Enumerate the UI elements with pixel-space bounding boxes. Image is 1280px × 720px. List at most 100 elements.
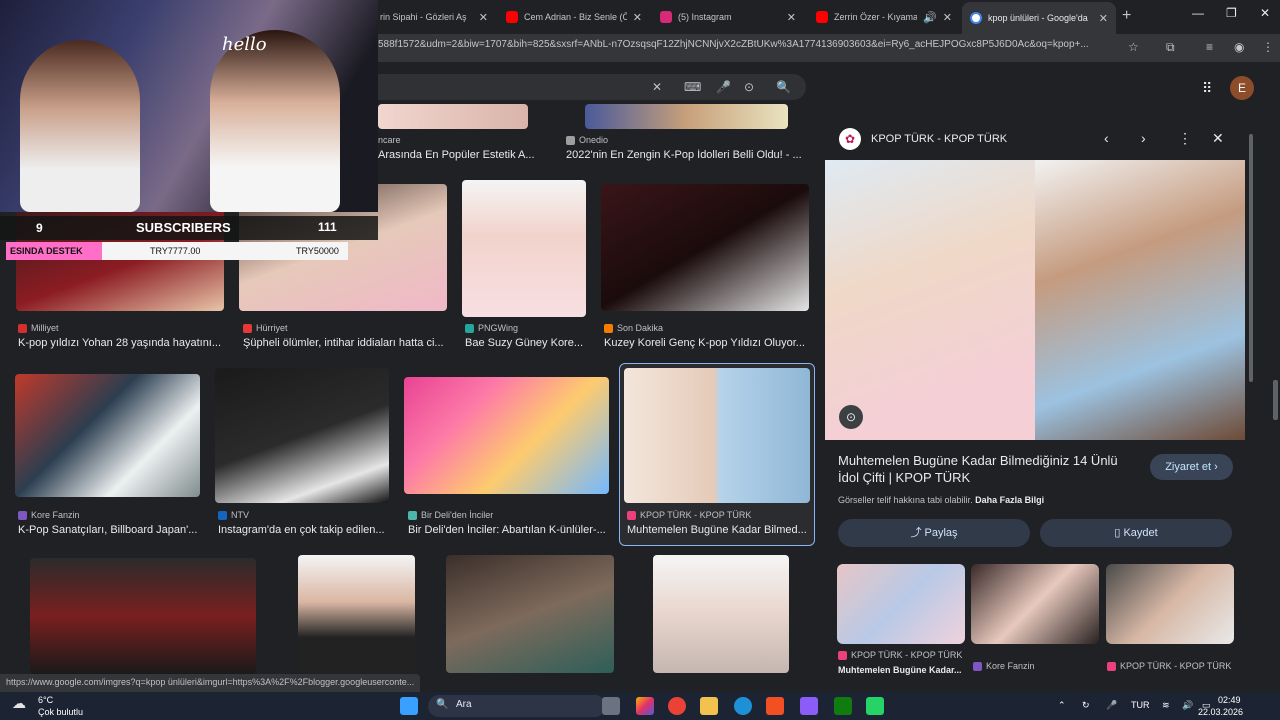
clock-date[interactable]: 22.03.2026 <box>1198 707 1243 717</box>
profile-icon[interactable]: ◉ <box>1234 40 1244 54</box>
app-icon[interactable] <box>800 697 818 715</box>
related-caption[interactable]: Muhtemelen Bugüne Kadar... <box>838 665 962 675</box>
bookmark-star-icon[interactable]: ☆ <box>1128 40 1139 54</box>
lens-search-icon[interactable]: ⊙ <box>839 405 863 429</box>
language-indicator[interactable]: TUR <box>1131 700 1150 710</box>
result-source: KPOP TÜRK - KPOP TÜRK <box>627 510 751 520</box>
panel-source[interactable]: KPOP TÜRK - KPOP TÜRK <box>871 133 1007 145</box>
tab-title: kpop ünlüleri - Google'da <box>988 13 1088 23</box>
result-image[interactable] <box>585 104 788 129</box>
weather-cloud-icon[interactable]: ☁ <box>12 695 26 712</box>
related-image[interactable] <box>1106 564 1234 644</box>
wifi-icon[interactable]: ≋ <box>1162 700 1170 711</box>
edge-icon[interactable] <box>734 697 752 715</box>
account-avatar[interactable]: E <box>1230 76 1254 100</box>
tab-title: Cem Adrian - Biz Senle (Ö <box>524 12 627 22</box>
close-icon[interactable]: ✕ <box>943 11 952 24</box>
xbox-icon[interactable] <box>834 697 852 715</box>
volume-icon[interactable]: 🔊 <box>1182 700 1193 711</box>
speaker-icon[interactable]: 🔊 <box>923 11 937 24</box>
search-box[interactable]: ✕ ⌨ 🎤 ⊙ 🔍 <box>378 74 806 100</box>
result-caption[interactable]: Bir Deli'den İnciler: Abartılan K-ünlüle… <box>408 524 608 536</box>
visit-button[interactable]: Ziyaret et › <box>1150 454 1233 480</box>
page-scrollbar[interactable] <box>1273 380 1278 420</box>
whatsapp-icon[interactable] <box>866 697 884 715</box>
taskbar-search[interactable]: 🔍 Ara <box>428 695 606 717</box>
result-image[interactable] <box>462 180 586 317</box>
weather-temp[interactable]: 6°C <box>38 695 53 705</box>
result-image[interactable] <box>601 184 809 311</box>
prev-arrow-icon[interactable]: ‹ <box>1104 130 1109 146</box>
tab-title: Zerrin Özer - Kıyamam <box>834 12 918 22</box>
tab-1[interactable]: rin Sipahi - Gözleri Aş ✕ <box>372 4 496 30</box>
result-caption[interactable]: 2022'nin En Zengin K-Pop İdolleri Belli … <box>566 149 806 161</box>
search-icon[interactable]: 🔍 <box>776 80 791 94</box>
copilot-icon[interactable] <box>636 697 654 715</box>
mic-tray-icon[interactable]: 🎤 <box>1106 700 1117 711</box>
result-image[interactable] <box>15 374 200 497</box>
result-caption[interactable]: Şüpheli ölümler, intihar iddiaları hatta… <box>243 337 446 349</box>
panel-title[interactable]: Muhtemelen Bugüne Kadar Bilmediğiniz 14 … <box>838 452 1138 486</box>
close-panel-icon[interactable]: ✕ <box>1212 130 1224 147</box>
result-source: NTV <box>218 510 249 520</box>
sync-icon[interactable]: ↻ <box>1082 700 1090 711</box>
minimize-icon[interactable]: — <box>1192 6 1204 20</box>
lens-icon[interactable]: ⊙ <box>744 80 754 94</box>
panel-scrollbar[interactable] <box>1249 134 1253 382</box>
close-icon[interactable]: ✕ <box>787 11 796 24</box>
close-icon[interactable]: ✕ <box>633 11 642 24</box>
result-caption[interactable]: Arasında En Popüler Estetik A... <box>378 149 548 161</box>
result-caption[interactable]: Muhtemelen Bugüne Kadar Bilmed... <box>627 524 809 536</box>
address-bar[interactable]: 588f1572&udm=2&biw=1707&bih=825&sxsrf=AN… <box>378 39 1118 57</box>
windows-taskbar: ☁ 6°C Çok bulutlu 🔍 Ara ⌃ ↻ 🎤 TUR ≋ 🔊 ▭ … <box>0 692 1280 720</box>
result-caption[interactable]: Kuzey Koreli Genç K-pop Yıldızı Oluyor..… <box>604 337 809 349</box>
result-image[interactable] <box>404 377 609 494</box>
next-arrow-icon[interactable]: › <box>1141 130 1146 146</box>
related-image[interactable] <box>837 564 965 644</box>
task-view-icon[interactable] <box>602 697 620 715</box>
more-options-icon[interactable]: ⋮ <box>1178 130 1192 147</box>
close-icon[interactable]: ✕ <box>479 11 488 24</box>
result-caption[interactable]: Instagram'da en çok takip edilen... <box>218 524 390 536</box>
result-image[interactable] <box>298 555 415 673</box>
tab-4[interactable]: Zerrin Özer - Kıyamam 🔊 ✕ <box>808 4 960 30</box>
learn-more-link[interactable]: Daha Fazla Bilgi <box>975 495 1044 505</box>
result-caption[interactable]: Bae Suzy Güney Kore... <box>465 337 587 349</box>
close-icon[interactable]: ✕ <box>1099 12 1108 25</box>
tray-chevron-icon[interactable]: ⌃ <box>1058 700 1066 711</box>
result-caption[interactable]: K-pop yıldızı Yohan 28 yaşında hayatını.… <box>18 337 223 349</box>
clear-icon[interactable]: ✕ <box>652 80 662 94</box>
media-controls-icon[interactable]: ≡ <box>1206 40 1213 54</box>
weather-condition[interactable]: Çok bulutlu <box>38 707 83 717</box>
preview-image[interactable] <box>825 160 1245 440</box>
apps-grid-icon[interactable]: ⠿ <box>1202 80 1212 97</box>
tab-2[interactable]: Cem Adrian - Biz Senle (Ö ✕ <box>498 4 650 30</box>
result-image[interactable] <box>215 368 389 503</box>
clock-time[interactable]: 02:49 <box>1218 695 1241 705</box>
keyboard-icon[interactable]: ⌨ <box>684 80 701 94</box>
result-image-selected[interactable] <box>624 368 810 503</box>
result-image[interactable] <box>30 558 256 674</box>
store-icon[interactable] <box>766 697 784 715</box>
result-image[interactable] <box>378 104 528 129</box>
extensions-icon[interactable]: ⧉ <box>1166 40 1175 55</box>
result-caption[interactable]: K-Pop Sanatçıları, Billboard Japan'... <box>18 524 200 536</box>
tab-3[interactable]: (5) Instagram ✕ <box>652 4 804 30</box>
result-image[interactable] <box>653 555 789 673</box>
tab-title: rin Sipahi - Gözleri Aş <box>380 12 467 22</box>
mic-icon[interactable]: 🎤 <box>716 80 731 94</box>
start-windows-icon[interactable] <box>400 697 418 715</box>
new-tab-button[interactable]: + <box>1122 7 1131 25</box>
share-button[interactable]: ⤴ Paylaş <box>838 519 1030 547</box>
window-close-icon[interactable]: ✕ <box>1260 6 1270 20</box>
result-image[interactable] <box>446 555 614 673</box>
youtube-icon <box>816 11 828 23</box>
menu-icon[interactable]: ⋮ <box>1262 40 1274 54</box>
chrome-icon[interactable] <box>668 697 686 715</box>
save-button[interactable]: ▯ Kaydet <box>1040 519 1232 547</box>
restore-icon[interactable]: ❐ <box>1226 6 1237 20</box>
file-explorer-icon[interactable] <box>700 697 718 715</box>
tab-5-active[interactable]: kpop ünlüleri - Google'da ✕ <box>962 2 1116 34</box>
related-image[interactable] <box>971 564 1099 644</box>
result-source: Son Dakika <box>604 323 663 333</box>
